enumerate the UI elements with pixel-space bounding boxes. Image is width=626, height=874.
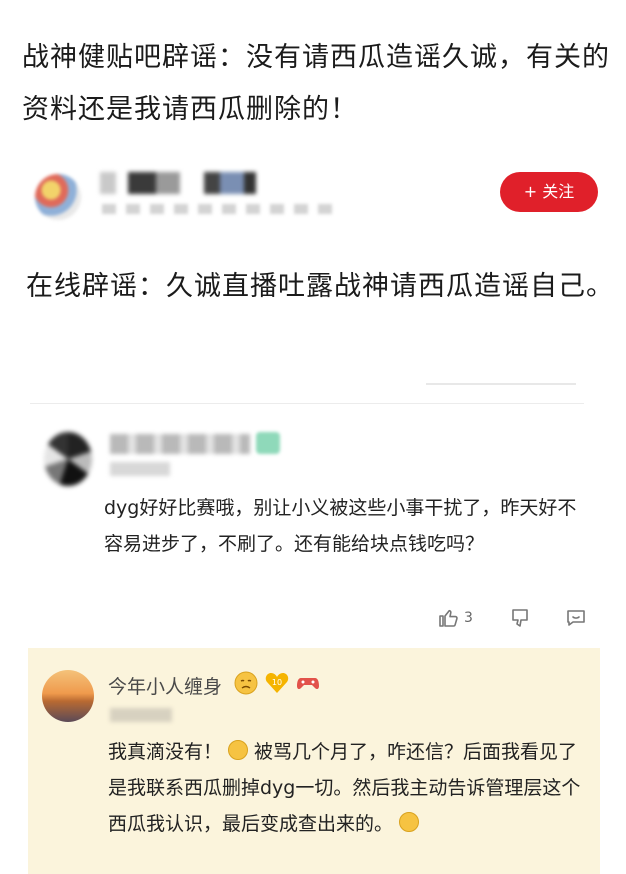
like-button[interactable]: 3 — [436, 604, 473, 632]
author-row: + 关注 — [30, 168, 610, 228]
heart-badge-icon: 10 — [265, 673, 289, 693]
comment-meta-blurred — [110, 462, 170, 476]
commenter-avatar[interactable] — [44, 432, 92, 486]
author-name-blurred[interactable] — [100, 172, 300, 194]
clapping-emoji-icon — [228, 740, 249, 760]
comment-text: 我真滴没有！ 被骂几个月了，咋还信？后面我看见了 是我联系西瓜删掉dyg一切。然后… — [108, 734, 588, 842]
comment-actions: 3 — [436, 604, 596, 632]
highlighted-comment-card: 今年小人缠身 10 我真滴没有！ 被骂几个月了，咋还信？后面我看见了 是我联系西瓜… — [28, 648, 600, 874]
like-count: 3 — [464, 610, 473, 626]
commenter-username[interactable]: 今年小人缠身 — [108, 672, 222, 699]
svg-text:10: 10 — [272, 678, 282, 687]
author-meta-blurred — [102, 204, 332, 214]
commenter-name-blurred[interactable] — [110, 434, 250, 454]
comment-meta-blurred — [110, 708, 172, 722]
dislike-button[interactable] — [508, 604, 532, 632]
astonished-emoji-icon — [399, 812, 420, 832]
sad-face-icon — [234, 671, 258, 695]
comment-text: dyg好好比赛哦，别让小义被这些小事干扰了，昨天好不容易进步了，不刷了。还有能给… — [104, 497, 577, 555]
post-headline: 战神健贴吧辟谣：没有请西瓜造谣久诚，有关的资料还是我请西瓜删除的！ — [22, 42, 610, 125]
author-avatar[interactable] — [35, 174, 81, 220]
thumbs-up-icon — [439, 609, 458, 627]
level-badge — [256, 432, 280, 454]
dislike-icon — [512, 609, 528, 627]
game-controller-icon — [297, 678, 319, 690]
follow-button[interactable]: + 关注 — [500, 172, 598, 212]
comment-card: dyg好好比赛哦，别让小义被这些小事干扰了，昨天好不容易进步了，不刷了。还有能给… — [30, 410, 590, 640]
divider — [426, 383, 576, 385]
post-body: 在线辟谣：久诚直播吐露战神请西瓜造谣自己。 — [26, 271, 614, 302]
reply-icon — [567, 610, 585, 626]
divider — [30, 403, 584, 404]
commenter-avatar[interactable] — [42, 670, 94, 722]
reply-button[interactable] — [564, 604, 588, 632]
comment-text-part1: 我真滴没有！ — [108, 741, 223, 763]
user-badges: 10 — [234, 670, 320, 696]
